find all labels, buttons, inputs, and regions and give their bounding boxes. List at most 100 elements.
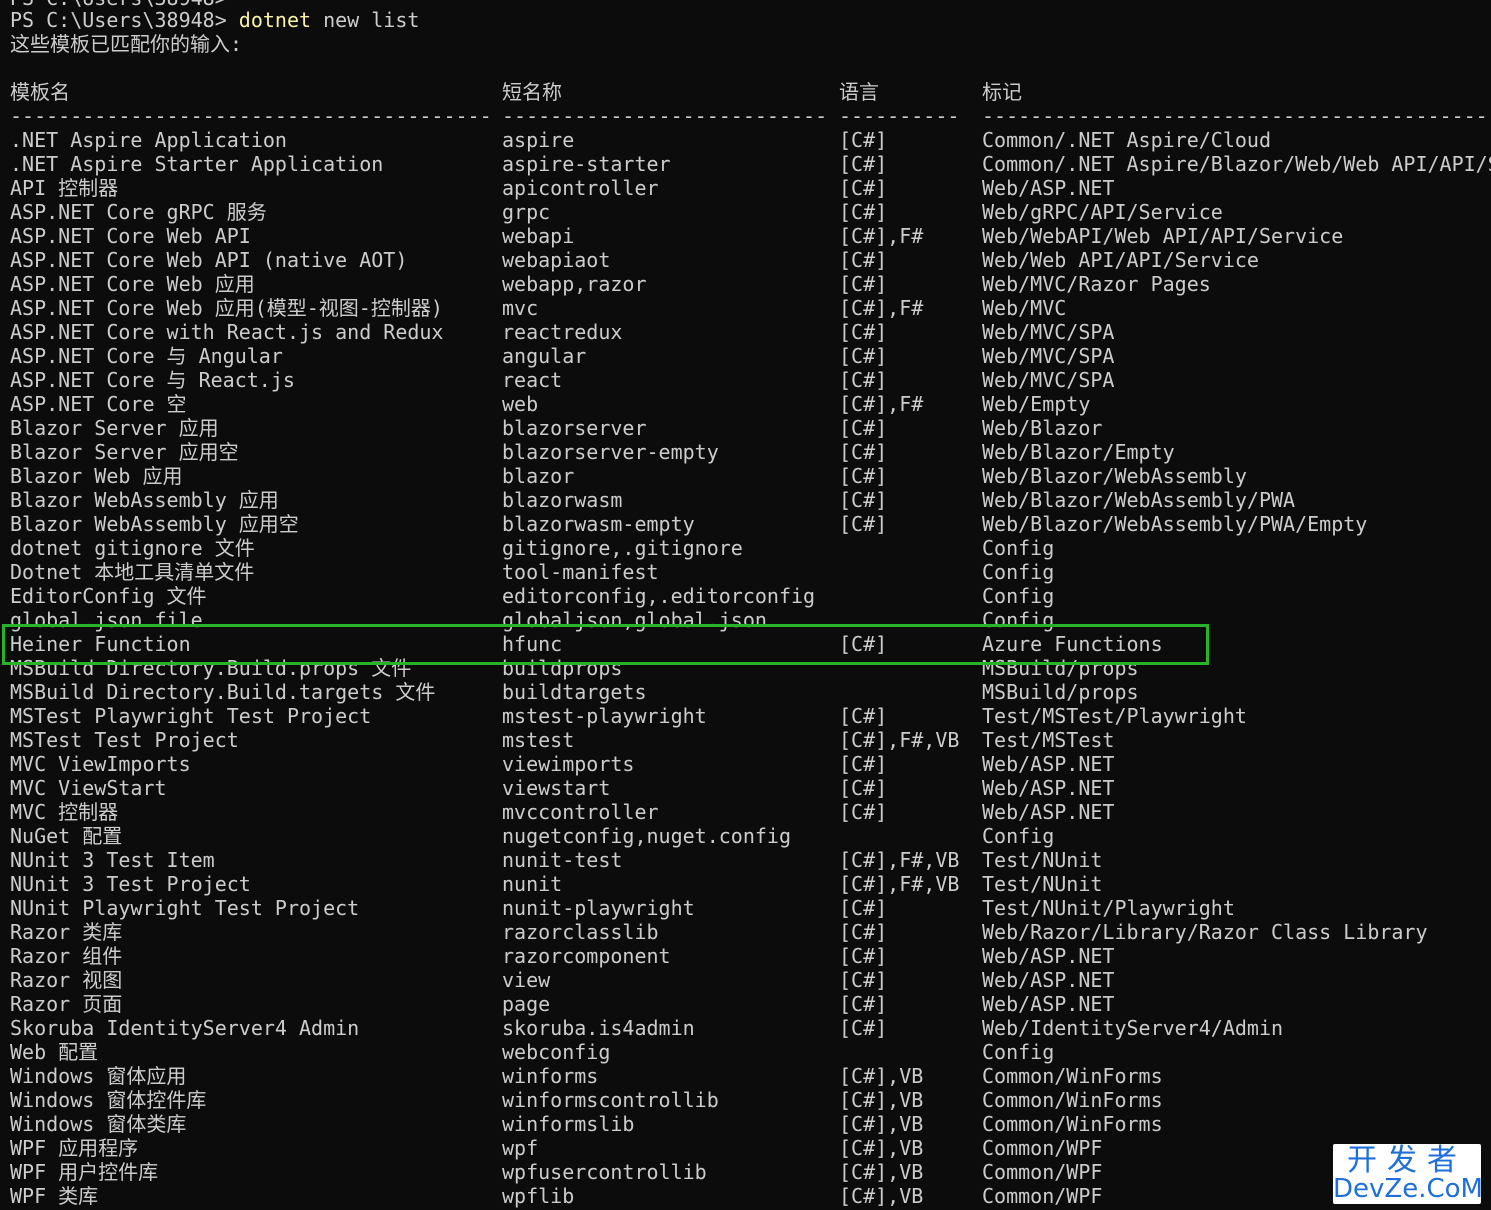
tags-cell: Test/NUnit — [982, 848, 1103, 872]
tags-cell: Common/WinForms — [982, 1112, 1163, 1136]
short-name-cell: globaljson,global.json — [502, 608, 767, 632]
template-name-cell: .NET Aspire Starter Application — [10, 152, 384, 176]
short-name-cell: buildprops — [502, 656, 623, 680]
template-name-cell: ASP.NET Core Web 应用 — [10, 272, 255, 296]
separator-tags: ----------------------------------------… — [982, 104, 1491, 128]
language-cell: [C#] — [839, 800, 888, 824]
template-name-cell: NUnit 3 Test Item — [10, 848, 215, 872]
language-cell: [C#] — [839, 920, 888, 944]
language-cell — [839, 536, 973, 560]
short-name-cell: blazor — [502, 464, 575, 488]
template-name-cell: ASP.NET Core 与 Angular — [10, 344, 283, 368]
language-cell: [C#] — [839, 704, 888, 728]
tags-cell: Web/ASP.NET — [982, 992, 1115, 1016]
short-name-cell: skoruba.is4admin — [502, 1016, 695, 1040]
tags-cell: Web/IdentityServer4/Admin — [982, 1016, 1284, 1040]
language-cell: [C#] — [839, 992, 888, 1016]
language-cell: [C#] — [839, 368, 888, 392]
short-name-cell: nunit-test — [502, 848, 623, 872]
tags-cell: MSBuild/props — [982, 680, 1139, 704]
tags-cell: Test/NUnit — [982, 872, 1103, 896]
short-name-cell: razorclasslib — [502, 920, 659, 944]
template-name-cell: Razor 视图 — [10, 968, 123, 992]
tags-cell: Common/WinForms — [982, 1088, 1163, 1112]
template-name-cell: dotnet gitignore 文件 — [10, 536, 255, 560]
short-name-cell: reactredux — [502, 320, 623, 344]
tags-cell: Config — [982, 584, 1055, 608]
template-name-cell: Blazor Web 应用 — [10, 464, 183, 488]
language-cell: [C#] — [839, 776, 888, 800]
template-name-cell: MSTest Test Project — [10, 728, 239, 752]
tags-cell: Test/MSTest/Playwright — [982, 704, 1247, 728]
language-cell: [C#] — [839, 248, 888, 272]
short-name-cell: blazorwasm-empty — [502, 512, 695, 536]
short-name-cell: editorconfig,.editorconfig — [502, 584, 816, 608]
short-name-cell: viewstart — [502, 776, 611, 800]
tags-cell: Web/ASP.NET — [982, 752, 1115, 776]
language-cell: [C#] — [839, 272, 888, 296]
tags-cell: Web/Razor/Library/Razor Class Library — [982, 920, 1428, 944]
short-name-cell: mvc — [502, 296, 539, 320]
short-name-cell: angular — [502, 344, 587, 368]
tags-cell: Web/MVC/Razor Pages — [982, 272, 1211, 296]
short-name-cell: wpfusercontrollib — [502, 1160, 707, 1184]
template-name-cell: ASP.NET Core with React.js and Redux — [10, 320, 444, 344]
language-cell — [839, 824, 973, 848]
template-name-cell: NuGet 配置 — [10, 824, 123, 848]
language-cell: [C#] — [839, 896, 888, 920]
template-name-cell: .NET Aspire Application — [10, 128, 287, 152]
language-cell: [C#],F# — [839, 224, 924, 248]
tags-cell: Config — [982, 1040, 1055, 1064]
language-cell — [839, 680, 973, 704]
language-cell: [C#],F#,VB — [839, 728, 960, 752]
template-name-cell: MSBuild Directory.Build.targets 文件 — [10, 680, 436, 704]
language-cell: [C#],F# — [839, 296, 924, 320]
template-name-cell: MVC 控制器 — [10, 800, 119, 824]
template-name-cell: MSBuild Directory.Build.props 文件 — [10, 656, 412, 680]
template-name-cell: ASP.NET Core gRPC 服务 — [10, 200, 267, 224]
tags-cell: Test/NUnit/Playwright — [982, 896, 1235, 920]
command-name: dotnet — [238, 8, 312, 32]
tags-cell: MSBuild/props — [982, 656, 1139, 680]
short-name-cell: nunit — [502, 872, 563, 896]
language-cell: [C#] — [839, 200, 888, 224]
template-name-cell: ASP.NET Core 空 — [10, 392, 187, 416]
language-cell: [C#],VB — [839, 1064, 924, 1088]
short-name-cell: blazorwasm — [502, 488, 623, 512]
tags-cell: Config — [982, 536, 1055, 560]
tags-cell: Common/.NET Aspire/Blazor/Web/Web API/AP… — [982, 152, 1491, 176]
tags-cell: Config — [982, 824, 1055, 848]
template-name-cell: Windows 窗体类库 — [10, 1112, 187, 1136]
language-cell: [C#] — [839, 344, 888, 368]
language-cell: [C#],F# — [839, 392, 924, 416]
tags-cell: Web/Web API/API/Service — [982, 248, 1259, 272]
template-name-cell: ASP.NET Core Web API (native AOT) — [10, 248, 408, 272]
tags-cell: Web/Blazor/Empty — [982, 440, 1175, 464]
template-name-cell: Blazor Server 应用 — [10, 416, 219, 440]
template-name-cell: Razor 页面 — [10, 992, 123, 1016]
separator-short: --------------------------- — [502, 104, 828, 128]
language-cell: [C#],VB — [839, 1088, 924, 1112]
tags-cell: Web/MVC — [982, 296, 1067, 320]
short-name-cell: winformslib — [502, 1112, 635, 1136]
short-name-cell: nunit-playwright — [502, 896, 695, 920]
short-name-cell: razorcomponent — [502, 944, 671, 968]
language-cell: [C#] — [839, 1016, 888, 1040]
short-name-cell: web — [502, 392, 539, 416]
short-name-cell: wpflib — [502, 1184, 575, 1208]
template-name-cell: EditorConfig 文件 — [10, 584, 207, 608]
tags-cell: Web/gRPC/API/Service — [982, 200, 1223, 224]
template-name-cell: ASP.NET Core Web 应用(模型-视图-控制器) — [10, 296, 443, 320]
language-cell: [C#] — [839, 632, 888, 656]
tags-cell: Web/ASP.NET — [982, 968, 1115, 992]
language-cell: [C#] — [839, 440, 888, 464]
language-cell: [C#] — [839, 152, 888, 176]
short-name-cell: aspire-starter — [502, 152, 671, 176]
language-cell: [C#] — [839, 968, 888, 992]
terminal-window[interactable]: PS C:\Users\38948> PS C:\Users\38948> do… — [0, 0, 1491, 1210]
short-name-cell: view — [502, 968, 551, 992]
tags-cell: Web/MVC/SPA — [982, 368, 1115, 392]
devze-watermark-logo: 开发者 DevZe.CoM — [1333, 1144, 1483, 1204]
template-name-cell: Skoruba IdentityServer4 Admin — [10, 1016, 360, 1040]
tags-cell: Web/ASP.NET — [982, 176, 1115, 200]
